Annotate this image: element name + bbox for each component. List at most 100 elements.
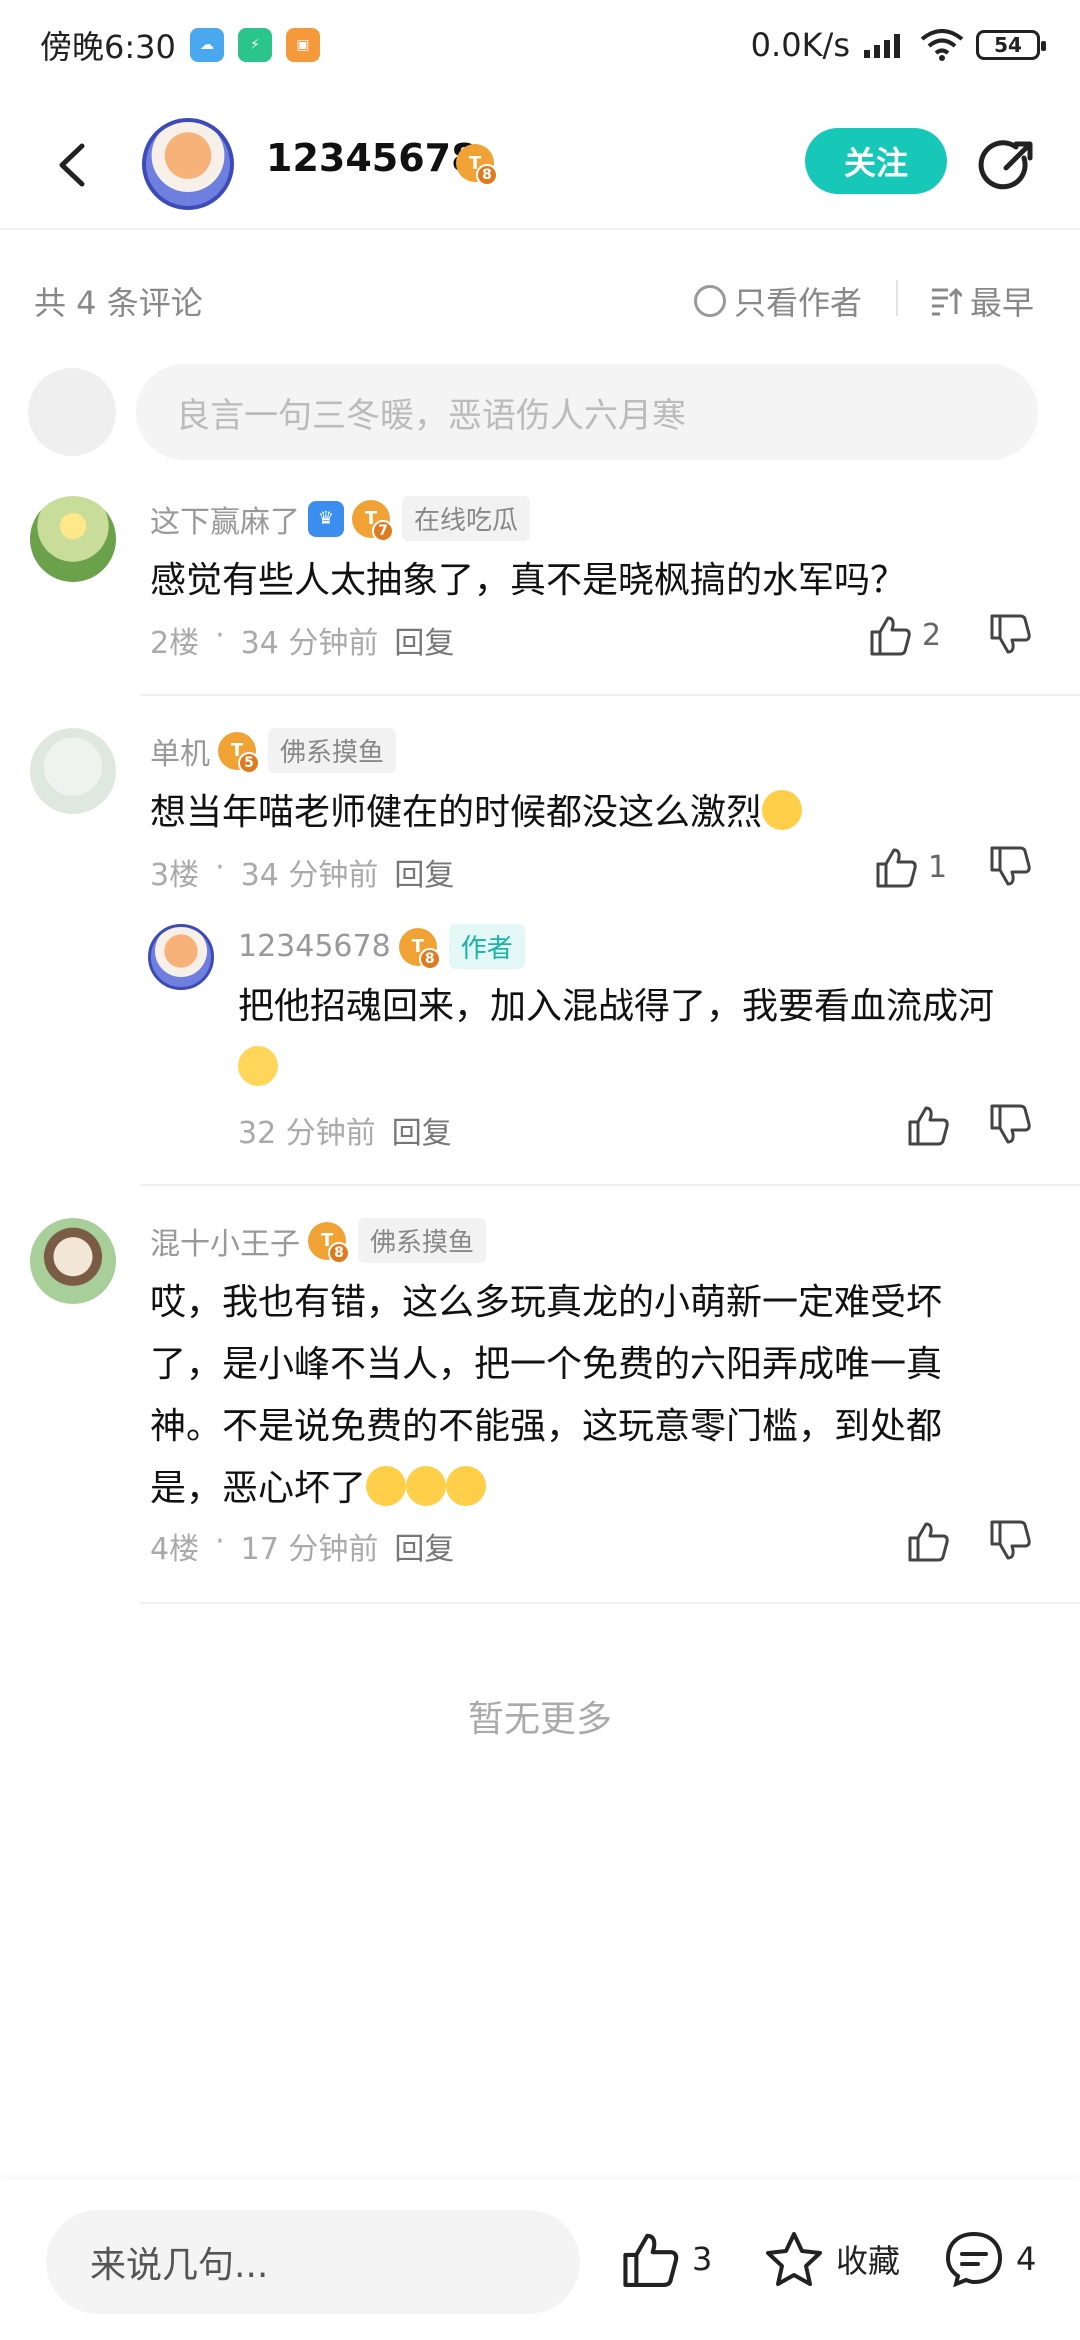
tears-emoji-icon — [406, 1466, 447, 1506]
like-button[interactable]: 2 — [868, 614, 941, 656]
comment-text-row: 想当年喵老师健在的时候都没这么激烈 — [150, 782, 1030, 844]
comment-input[interactable]: 良言一句三冬暖，恶语伤人六月寒 — [136, 364, 1038, 460]
radio-icon — [694, 285, 726, 317]
favorite-button[interactable]: 收藏 — [764, 2230, 900, 2288]
signal-icon — [864, 34, 900, 58]
reply-button[interactable]: 回复 — [394, 850, 454, 894]
like-count: 1 — [928, 849, 948, 885]
commenter-row: 混十小王子 T8 佛系摸鱼 — [150, 1218, 487, 1264]
replier-row: 12345678 T8 作者 — [238, 924, 525, 970]
level-badge: T8 — [308, 1221, 350, 1264]
level-badge: T5 — [218, 731, 260, 774]
author-only-toggle[interactable]: 只看作者 — [694, 278, 862, 324]
bottom-bar: 来说几句... 3 收藏 4 — [0, 2180, 1080, 2340]
like-button[interactable]: 1 — [874, 846, 947, 888]
commenter-row: 这下赢麻了 ♛ T7 在线吃瓜 — [150, 496, 531, 542]
comment-time: 34 分钟前 — [240, 626, 379, 661]
comment-total: 4 — [1016, 2240, 1037, 2278]
toolbar-separator — [896, 280, 898, 316]
smirk-emoji-icon — [238, 1046, 278, 1086]
reply-button[interactable]: 回复 — [392, 1108, 452, 1152]
thumbs-up-icon — [876, 848, 917, 888]
comment-text-row: 哎，我也有错，这么多玩真龙的小萌新一定难受坏了，是小峰不当人，把一个免费的六阳弄… — [150, 1272, 1010, 1520]
comments-toolbar: 共 4 条评论 只看作者 最早 — [0, 258, 1080, 338]
comment-text: 哎，我也有错，这么多玩真龙的小萌新一定难受坏了，是小峰不当人，把一个免费的六阳弄… — [150, 1282, 943, 1509]
user-tag: 在线吃瓜 — [402, 496, 531, 541]
network-speed: 0.0K/s — [750, 26, 850, 64]
reply-button[interactable]: 回复 — [394, 618, 454, 662]
commenter-row: 单机 T5 佛系摸鱼 — [150, 728, 397, 774]
comment-meta: 3楼 · 34 分钟前 回复 — [150, 850, 454, 894]
trophy-icon: ♛ — [308, 500, 344, 537]
author-name[interactable]: 12345678 — [266, 136, 478, 180]
sort-label: 最早 — [970, 284, 1035, 322]
tears-emoji-icon — [366, 1466, 407, 1506]
replier-name[interactable]: 12345678 — [238, 929, 391, 964]
floor-number: 4楼 — [150, 1532, 200, 1567]
status-bar: 傍晚6:30 ☁ ⚡ ▣ 0.0K/s 54 — [0, 0, 1080, 90]
user-tag: 佛系摸鱼 — [268, 728, 397, 773]
sort-button[interactable]: 最早 — [930, 278, 1034, 324]
author-tag: 作者 — [448, 924, 525, 969]
favorite-label: 收藏 — [836, 2242, 901, 2280]
thumbs-down-icon[interactable] — [988, 846, 1032, 888]
thumbs-down-icon[interactable] — [988, 1520, 1032, 1562]
thumbs-up-icon[interactable] — [906, 1520, 950, 1562]
bottom-comment-input[interactable]: 来说几句... — [46, 2210, 580, 2314]
share-icon[interactable] — [978, 138, 1036, 196]
sort-icon — [932, 287, 962, 316]
meta-dot: · — [215, 1524, 225, 1559]
thumbs-down-icon[interactable] — [988, 1104, 1032, 1146]
thumbs-up-icon[interactable] — [906, 1104, 950, 1146]
follow-button[interactable]: 关注 — [805, 128, 947, 194]
my-avatar — [28, 368, 116, 456]
status-left: 傍晚6:30 ☁ ⚡ ▣ — [40, 22, 320, 68]
comment-count: 共 4 条评论 — [34, 284, 203, 322]
header: 12345678 T8 关注 — [0, 100, 1080, 230]
reply-text-row: 把他招魂回来，加入混战得了，我要看血流成河 — [238, 976, 1038, 1100]
comment-text: 想当年喵老师健在的时候都没这么激烈 — [150, 792, 763, 833]
author-only-label: 只看作者 — [734, 284, 863, 322]
header-divider — [0, 228, 1080, 230]
floor-number: 3楼 — [150, 858, 200, 893]
no-more-label: 暂无更多 — [467, 1699, 612, 1740]
commenter-avatar[interactable] — [30, 496, 116, 582]
meta-dot: · — [215, 850, 225, 885]
thumbs-up-icon — [623, 2233, 679, 2287]
comments-button[interactable]: 4 — [944, 2230, 1036, 2288]
user-tag: 佛系摸鱼 — [358, 1218, 487, 1263]
comment-divider — [140, 694, 1080, 696]
back-icon[interactable] — [48, 140, 98, 190]
commenter-avatar[interactable] — [30, 1218, 116, 1304]
status-right: 0.0K/s 54 — [750, 26, 1046, 64]
meta-dot: · — [215, 618, 225, 653]
comment-meta: 4楼 · 17 分钟前 回复 — [150, 1524, 454, 1568]
comment-divider — [140, 1184, 1080, 1186]
security-app-icon: ⚡ — [237, 28, 272, 62]
replier-avatar[interactable] — [148, 924, 214, 990]
comment-bubble-icon — [945, 2231, 1003, 2288]
like-count: 2 — [922, 617, 942, 653]
commenter-name[interactable]: 单机 — [150, 729, 210, 773]
level-badge: T8 — [398, 927, 441, 970]
battery-icon: 54 — [976, 30, 1046, 60]
shop-app-icon: ▣ — [285, 28, 320, 62]
reply-meta: 32 分钟前 回复 — [238, 1108, 452, 1152]
comment-meta: 2楼 · 34 分钟前 回复 — [150, 618, 454, 662]
commenter-name[interactable]: 混十小王子 — [150, 1219, 300, 1263]
comment-time: 17 分钟前 — [240, 1532, 379, 1567]
comment-time: 34 分钟前 — [240, 858, 379, 893]
thumbs-down-icon[interactable] — [988, 614, 1032, 656]
post-like-button[interactable]: 3 — [620, 2230, 712, 2288]
tears-emoji-icon — [446, 1466, 487, 1506]
sunglasses-emoji-icon — [762, 790, 803, 830]
post-like-count: 3 — [692, 2240, 713, 2278]
thumbs-up-icon — [870, 616, 911, 656]
reply-text: 把他招魂回来，加入混战得了，我要看血流成河 — [238, 986, 995, 1027]
weather-icon: ☁ — [189, 28, 224, 62]
author-avatar[interactable] — [142, 118, 234, 210]
commenter-name[interactable]: 这下赢麻了 — [150, 497, 300, 541]
reply-button[interactable]: 回复 — [394, 1524, 454, 1568]
commenter-avatar[interactable] — [30, 728, 116, 814]
status-time: 傍晚6:30 — [40, 28, 176, 66]
